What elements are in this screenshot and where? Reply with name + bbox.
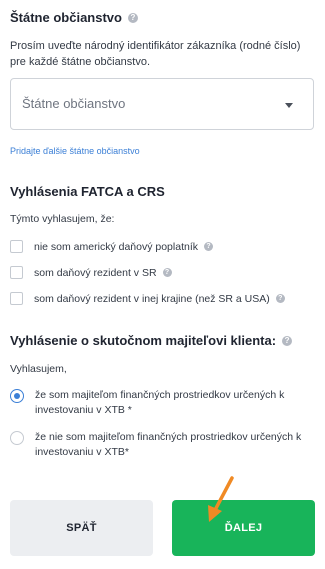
question-circle-icon[interactable]: ? <box>162 268 172 277</box>
owner-heading: Vyhlásenie o skutočnom majiteľovi klient… <box>10 333 293 348</box>
question-circle-icon[interactable]: ? <box>282 335 293 346</box>
question-circle-icon[interactable]: ? <box>275 294 285 303</box>
checkbox[interactable] <box>10 292 23 305</box>
chevron-down-icon <box>285 103 293 108</box>
owner-option-is-owner[interactable]: že som majiteľom finančných prostriedkov… <box>10 388 315 418</box>
citizenship-select-placeholder: Štátne občianstvo <box>22 96 126 111</box>
fatca-option-label: som daňový rezident v SR <box>34 266 157 279</box>
checkbox[interactable] <box>10 240 23 253</box>
citizenship-heading: Štátne občianstvo ? <box>10 10 138 25</box>
checkbox[interactable] <box>10 266 23 279</box>
owner-option-label: že som majiteľom finančných prostriedkov… <box>35 389 285 416</box>
citizenship-select[interactable]: Štátne občianstvo <box>10 78 314 130</box>
add-citizenship-link[interactable]: Pridajte ďalšie štátne občianstvo <box>10 146 140 156</box>
fatca-heading: Vyhlásenia FATCA a CRS <box>10 184 165 199</box>
fatca-option-not-us-taxpayer[interactable]: nie som americký daňový poplatník ? <box>10 240 213 253</box>
owner-intro: Vyhlasujem, <box>10 363 67 375</box>
fatca-option-label: nie som americký daňový poplatník <box>34 240 198 253</box>
back-button[interactable]: SPÄŤ <box>10 500 153 556</box>
fatca-option-other-resident[interactable]: som daňový rezident v inej krajine (než … <box>10 292 285 305</box>
citizenship-title: Štátne občianstvo <box>10 10 122 25</box>
radio-selected[interactable] <box>10 389 24 403</box>
next-button[interactable]: ĎALEJ <box>172 500 315 556</box>
radio[interactable] <box>10 431 24 445</box>
fatca-option-sk-resident[interactable]: som daňový rezident v SR ? <box>10 266 172 279</box>
citizenship-description: Prosím uveďte národný identifikátor záka… <box>10 40 301 68</box>
fatca-option-label: som daňový rezident v inej krajine (než … <box>34 292 270 305</box>
owner-option-label: že nie som majiteľom finančných prostrie… <box>35 431 302 458</box>
owner-title: Vyhlásenie o skutočnom majiteľovi klient… <box>10 333 277 348</box>
question-circle-icon[interactable]: ? <box>204 242 213 251</box>
question-circle-icon[interactable]: ? <box>127 12 138 23</box>
owner-option-not-owner[interactable]: že nie som majiteľom finančných prostrie… <box>10 430 315 460</box>
fatca-intro: Týmto vyhlasujem, že: <box>10 213 115 225</box>
fatca-title: Vyhlásenia FATCA a CRS <box>10 184 165 199</box>
